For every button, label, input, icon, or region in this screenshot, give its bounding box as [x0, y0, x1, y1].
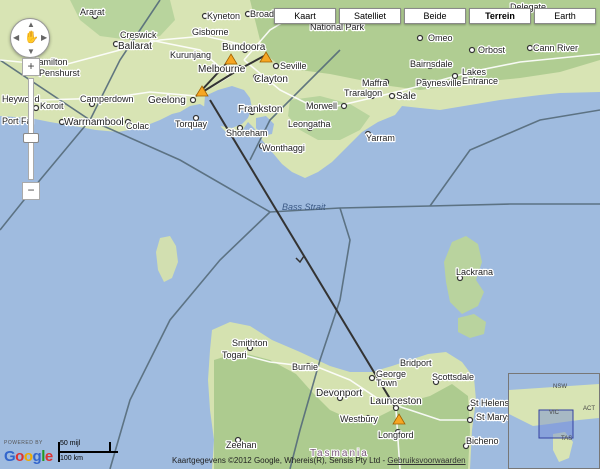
label-geelong: Geelong: [148, 95, 186, 106]
label-penshurst: Penshurst: [39, 68, 80, 78]
hand-icon: ✋: [24, 30, 39, 44]
label-longford: Longford: [378, 430, 414, 440]
label-bairnsdale: Bairnsdale: [410, 59, 453, 69]
label-kurunjang: Kurunjang: [170, 50, 211, 60]
label-ararat: Ararat: [80, 7, 105, 17]
label-warrnambool: Warrnambool: [64, 117, 124, 128]
label-bundoora: Bundoora: [222, 42, 266, 53]
zoom-in-button[interactable]: +: [22, 58, 40, 76]
label-torquay: Torquay: [175, 119, 208, 129]
label-koroit: Koroit: [40, 101, 64, 111]
map-type-satelliet[interactable]: Satelliet: [339, 8, 401, 24]
map-type-beide[interactable]: Beide: [404, 8, 466, 24]
map-type-terrein[interactable]: Terrein: [469, 8, 531, 24]
scale-km: 100 km: [60, 455, 83, 462]
label-kyneton: Kyneton: [207, 11, 240, 21]
zoom-control: + −: [22, 58, 40, 200]
label-leongatha: Leongatha: [288, 119, 331, 129]
label-cann-river: Cann River: [533, 43, 578, 53]
pan-east-icon[interactable]: ▶: [41, 33, 47, 42]
overview-label-tas: TAS: [561, 436, 572, 442]
label-creswick: Creswick: [120, 30, 157, 40]
label-st-marys: St Marys: [476, 412, 512, 422]
label-traralgon: Traralgon: [344, 88, 382, 98]
scale-bar: 50 mijl 100 km: [58, 440, 120, 466]
scale-miles: 50 mijl: [60, 440, 81, 447]
label-seville: Seville: [280, 61, 307, 71]
pan-control[interactable]: ▲ ▼ ◀ ▶ ✋: [10, 18, 50, 58]
label-broadford: Broadf: [250, 9, 277, 19]
label-melbourne: Melbourne: [198, 64, 246, 75]
label-maffra: Maffra: [362, 78, 387, 88]
label-yarram: Yarram: [366, 133, 395, 143]
powered-by: POWERED BY: [4, 440, 43, 446]
attribution-text: Kaartgegevens ©2012 Google, Whereis(R), …: [172, 456, 386, 465]
label-paynesville: Paynesville: [416, 78, 462, 88]
label-orbost: Orbost: [478, 45, 506, 55]
overview-map[interactable]: NSW VIC ACT TAS: [508, 373, 600, 469]
label-smithton: Smithton: [232, 338, 268, 348]
label-st-helens: St Helens: [470, 398, 510, 408]
label-zeehan: Zeehan: [226, 440, 257, 450]
label-togari: Togari: [222, 350, 247, 360]
label-sale: Sale: [396, 91, 416, 102]
google-logo[interactable]: Google: [4, 448, 53, 465]
map-type-earth[interactable]: Earth: [534, 8, 596, 24]
overview-label-nsw: NSW: [553, 384, 567, 390]
pan-west-icon[interactable]: ◀: [13, 33, 19, 42]
label-devonport: Devonport: [316, 388, 362, 399]
label-lackrana: Lackrana: [456, 267, 493, 277]
pan-north-icon[interactable]: ▲: [27, 20, 35, 29]
overview-label-vic: VIC: [549, 410, 560, 416]
label-burnie: Burnie: [292, 362, 318, 372]
label-bicheno: Bicheno: [466, 436, 499, 446]
label-camperdown: Camperdown: [80, 94, 134, 104]
label-colac: Colac: [126, 121, 150, 131]
pan-south-icon[interactable]: ▼: [27, 47, 35, 56]
label-wonthaggi: Wonthaggi: [262, 143, 305, 153]
label-clayton: Clayton: [254, 74, 288, 85]
label-omeo: Omeo: [428, 33, 453, 43]
label-shoreham: Shoreham: [226, 128, 268, 138]
label-westbury: Westbury: [340, 414, 378, 424]
zoom-slider-track[interactable]: [23, 78, 39, 180]
terms-link[interactable]: Gebruiksvoorwaarden: [387, 456, 465, 465]
zoom-slider-thumb[interactable]: [23, 133, 39, 143]
label-frankston: Frankston: [238, 104, 282, 115]
label-scottsdale: Scottsdale: [432, 372, 474, 382]
label-ballarat: Ballarat: [118, 41, 152, 52]
label-bass-strait: Bass Strait: [282, 202, 326, 212]
label-bridport: Bridport: [400, 358, 432, 368]
label-morwell: Morwell: [306, 101, 337, 111]
map-type-controls: Kaart Satelliet Beide Terrein Earth: [274, 8, 596, 24]
label-launceston: Launceston: [370, 396, 422, 407]
zoom-out-button[interactable]: −: [22, 182, 40, 200]
overview-label-act: ACT: [583, 406, 595, 412]
label-gisborne: Gisborne: [192, 27, 229, 37]
attribution: Kaartgegevens ©2012 Google, Whereis(R), …: [172, 456, 466, 465]
map-type-kaart[interactable]: Kaart: [274, 8, 336, 24]
